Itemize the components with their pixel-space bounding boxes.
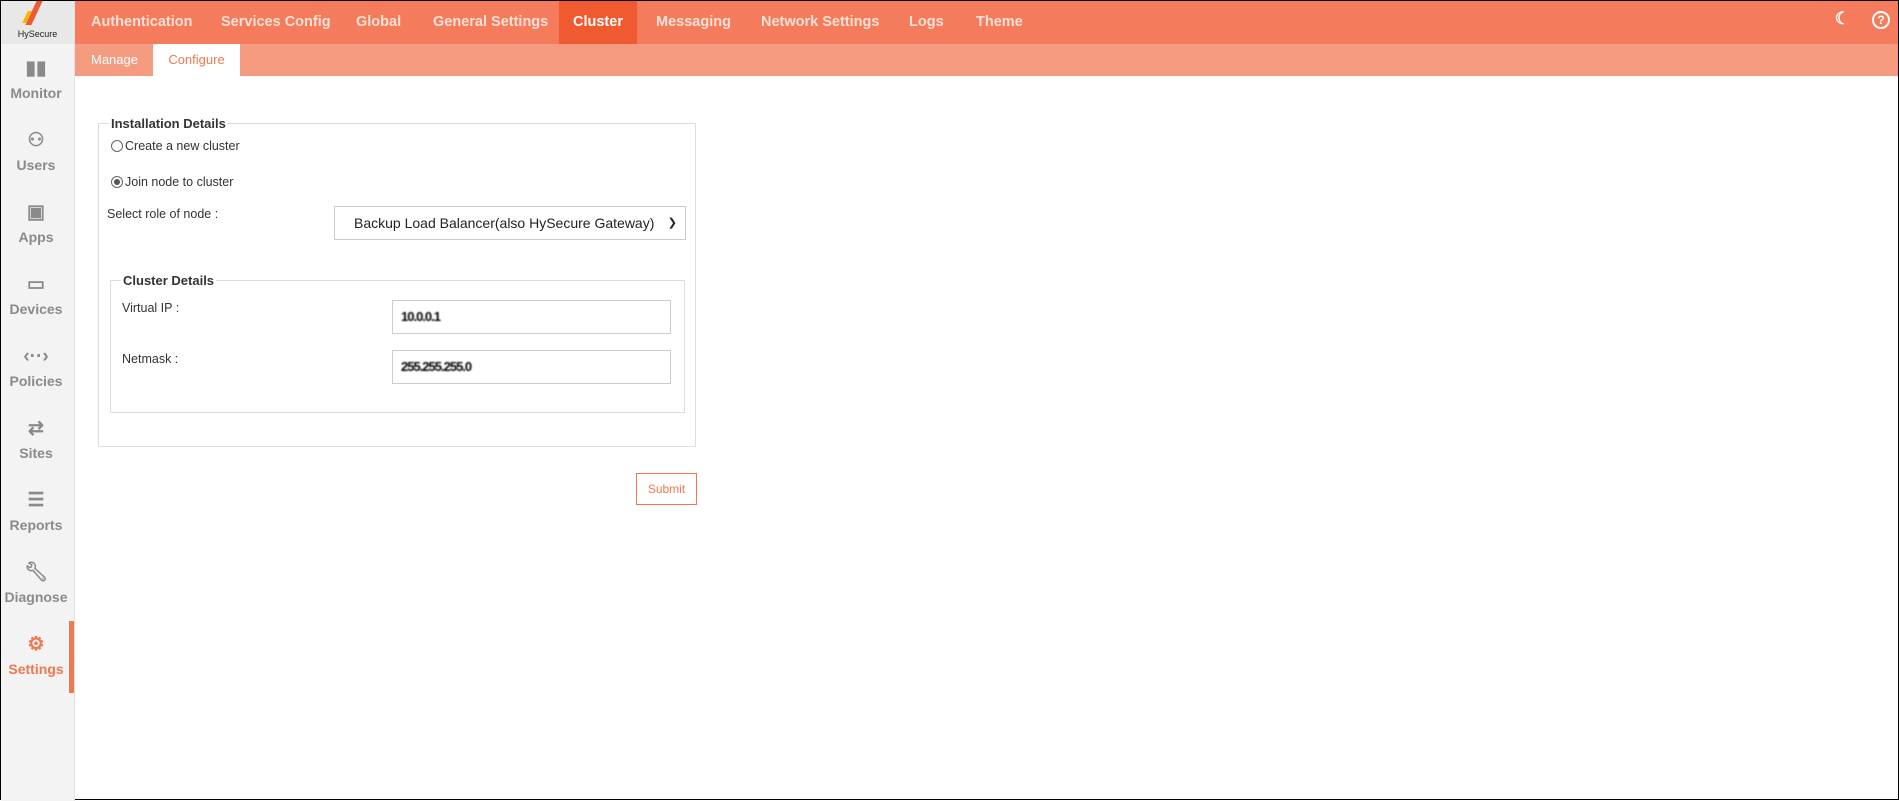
netmask-input[interactable]: 255.255.255.0	[392, 350, 671, 384]
tab-authentication[interactable]: Authentication	[75, 1, 209, 44]
tab-messaging[interactable]: Messaging	[640, 1, 747, 44]
bar-chart-icon: ▮▮	[25, 58, 47, 79]
join-cluster-radio[interactable]: Join node to cluster	[111, 175, 233, 189]
sidebar-item-diagnose[interactable]: 🔧︎ Diagnose	[1, 561, 71, 605]
sub-nav: Manage Configure	[75, 44, 1898, 76]
tab-theme[interactable]: Theme	[960, 1, 1039, 44]
tab-network-settings[interactable]: Network Settings	[745, 1, 895, 44]
submit-button[interactable]: Submit	[636, 473, 697, 505]
active-indicator	[69, 621, 74, 693]
cluster-details-legend: Cluster Details	[123, 273, 215, 288]
tab-general-settings[interactable]: General Settings	[417, 1, 564, 44]
tab-global[interactable]: Global	[340, 1, 417, 44]
sidebar-item-users[interactable]: ⚇ Users	[1, 129, 71, 173]
arrows-icon: ⇄	[28, 418, 44, 439]
cluster-details-fieldset: Cluster Details	[110, 273, 685, 413]
sidebar-item-reports[interactable]: ☰ Reports	[1, 489, 71, 533]
sidebar-item-settings[interactable]: ⚙ Settings	[1, 633, 71, 677]
sidebar-item-policies[interactable]: ‹··› Policies	[1, 345, 71, 389]
document-icon: ☰	[27, 490, 45, 511]
user-icon: ⚇	[27, 130, 45, 151]
apps-icon: ▣	[27, 202, 45, 223]
laptop-icon: ▭	[27, 274, 45, 295]
sidebar-item-apps[interactable]: ▣ Apps	[1, 201, 71, 245]
sidebar-item-devices[interactable]: ▭ Devices	[1, 273, 71, 317]
tab-logs[interactable]: Logs	[893, 1, 960, 44]
help-icon[interactable]: ?	[1872, 11, 1890, 29]
role-select[interactable]: Backup Load Balancer(also HySecure Gatew…	[334, 206, 686, 240]
code-icon: ‹··›	[23, 346, 49, 367]
sidebar: HySecure ▮▮ Monitor ⚇ Users ▣ Apps ▭ Devices…	[1, 1, 75, 801]
radio-button-selected[interactable]	[111, 176, 123, 188]
radio-button[interactable]	[111, 140, 123, 152]
wrench-icon: 🔧︎	[23, 562, 49, 583]
create-cluster-radio[interactable]: Create a new cluster	[111, 139, 240, 153]
top-nav: Authentication Services Config Global Ge…	[75, 1, 1898, 44]
subtab-configure[interactable]: Configure	[153, 44, 240, 76]
role-label: Select role of node :	[107, 207, 219, 221]
tab-services-config[interactable]: Services Config	[205, 1, 347, 44]
dark-mode-moon-icon[interactable]: ☾	[1835, 9, 1850, 29]
netmask-label: Netmask :	[122, 352, 179, 366]
hysecure-logo: HySecure	[1, 1, 74, 44]
virtual-ip-label: Virtual IP :	[122, 301, 180, 315]
installation-details-legend: Installation Details	[111, 116, 226, 131]
sidebar-item-monitor[interactable]: ▮▮ Monitor	[1, 57, 71, 101]
subtab-manage[interactable]: Manage	[75, 44, 154, 76]
virtual-ip-input[interactable]: 10.0.0.1	[392, 300, 671, 334]
gear-icon: ⚙	[27, 634, 45, 655]
tab-cluster[interactable]: Cluster	[559, 1, 637, 44]
sidebar-item-sites[interactable]: ⇄ Sites	[1, 417, 71, 461]
chevron-down-icon: ❯	[667, 217, 677, 229]
